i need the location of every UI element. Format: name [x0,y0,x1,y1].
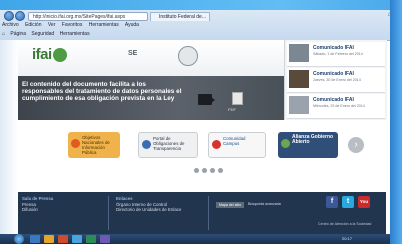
menu-ver[interactable]: Ver [48,22,56,28]
menu-favoritos[interactable]: Favoritos [62,22,83,28]
browser-chrome: http://inicio.ifai.org.mx/SitePages/ifai… [0,10,402,41]
app-taskbar-icon[interactable] [72,235,82,243]
comunicado-date: Miércoles, 29 de Enero del 2014 [313,104,365,108]
forward-icon[interactable] [15,11,25,21]
menu-edicion[interactable]: Edición [25,22,41,28]
twitter-icon[interactable]: t [342,196,354,208]
comunicado-date: Sábado, 1 de Febrero del 2014 [313,52,363,56]
folder-taskbar-icon[interactable] [44,235,54,243]
video-camera-icon[interactable] [198,94,215,105]
menu-herramientas[interactable]: Herramientas [89,22,119,28]
partner-link[interactable]: Alianza Gobierno Abierto [278,132,338,158]
comunicado-title: Comunicado IFAI [313,45,354,51]
partner-logo-icon [281,139,290,148]
screen-edge [390,0,402,244]
address-bar[interactable]: http://inicio.ifai.org.mx/SitePages/ifai… [28,12,148,21]
facebook-icon[interactable]: f [326,196,338,208]
footer-link[interactable]: Directorio de Unidades de Enlace [116,207,181,213]
desktop-background [0,0,402,10]
comunicados-panel: Comunicado IFAI Sábado, 1 de Febrero del… [284,40,387,120]
command-bar: ⌂ Página Seguridad Herramientas [2,30,94,38]
page-margin [0,40,18,234]
ifai-logo[interactable]: ifai [32,46,67,63]
app-taskbar-icon[interactable] [58,235,68,243]
site-footer: Sala de Prensa Prensa Difusión Enlaces Ó… [18,192,386,234]
comunicado-date: Jueves, 30 de Enero del 2014 [313,78,361,82]
browser-tab[interactable]: Instituto Federal de... [150,12,210,21]
hero-headline: El contenido del documento facilita a lo… [22,81,182,103]
footer-column-enlaces: Enlaces Órgano Interno de Control Direct… [116,196,181,213]
divider [208,196,209,230]
youtube-icon[interactable]: You [358,196,370,208]
comunicado-title: Comunicado IFAI [313,97,354,103]
partner-link[interactable]: Objetivos Nacionales de Información Públ… [68,132,120,158]
carousel-dot[interactable] [210,168,215,173]
footer-heading: Sala de Prensa [22,196,54,201]
pdf-label: PDF [228,107,236,112]
comunicado-thumbnail [289,96,309,114]
carousel-dot[interactable] [218,168,223,173]
divider [108,196,109,230]
partner-link[interactable]: Comunidad Campus [208,132,266,158]
comunicado-item[interactable]: Comunicado IFAI Jueves, 30 de Enero del … [287,68,385,93]
menu-ayuda[interactable]: Ayuda [125,22,139,28]
carousel-dot[interactable] [194,168,199,173]
comunicado-item[interactable]: Comunicado IFAI Miércoles, 29 de Enero d… [287,94,385,119]
se-logo: SE [128,50,138,57]
command-seguridad[interactable]: Seguridad [31,31,54,37]
footer-note: Centro de Atención a la Sociedad [318,222,372,226]
partner-link[interactable]: Portal de Obligaciones de Transparencia [138,132,198,158]
comunicado-thumbnail [289,70,309,88]
command-pagina[interactable]: Página [10,31,26,37]
hero-banner[interactable]: El contenido del documento facilita a lo… [18,76,284,120]
comunicado-thumbnail [289,44,309,62]
carousel-dot[interactable] [202,168,207,173]
partner-logo-icon [71,139,80,148]
comunicado-item[interactable]: Comunicado IFAI Sábado, 1 de Febrero del… [287,42,385,67]
sitemap-button[interactable]: Mapa del sitio [216,202,244,208]
footer-column-prensa: Sala de Prensa Prensa Difusión [22,196,53,213]
partners-carousel: Objetivos Nacionales de Información Públ… [18,120,386,192]
app-taskbar-icon[interactable] [100,235,110,243]
menu-archivo[interactable]: Archivo [2,22,19,28]
comunicado-title: Comunicado IFAI [313,71,354,77]
chevron-right-icon[interactable]: › [348,137,364,153]
seal-icon [178,46,198,66]
command-herramientas[interactable]: Herramientas [60,31,90,37]
advanced-search-link[interactable]: Búsqueda avanzada [248,202,281,206]
footer-link[interactable]: Difusión [22,207,53,213]
partner-logo-icon [142,140,151,149]
ie-taskbar-icon[interactable] [30,235,40,243]
partner-logo-icon [212,140,221,149]
system-tray-clock[interactable]: 20:17 [342,235,352,243]
taskbar: 20:17 [0,234,402,244]
pdf-icon[interactable] [232,92,243,105]
menu-bar: Archivo Edición Ver Favoritos Herramient… [2,22,144,29]
back-icon[interactable] [4,11,14,21]
home-icon[interactable]: ⌂ [2,31,5,37]
start-button-icon[interactable] [14,234,24,244]
app-taskbar-icon[interactable] [86,235,96,243]
